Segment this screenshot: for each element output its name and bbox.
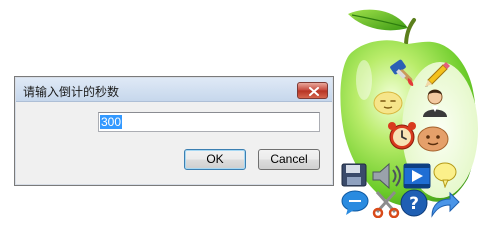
video-icon[interactable] xyxy=(402,162,432,190)
close-button[interactable] xyxy=(297,82,328,99)
speech-bubble-icon[interactable] xyxy=(431,160,459,188)
apple-launcher: ? xyxy=(336,0,478,242)
seconds-input[interactable]: 300 xyxy=(98,112,320,132)
save-icon[interactable] xyxy=(340,162,368,188)
ok-button[interactable]: OK xyxy=(184,149,246,170)
close-icon xyxy=(309,87,319,96)
alarm-clock-icon[interactable] xyxy=(386,120,418,152)
input-dialog: 请输入倒计的秒数 300 OK Cancel xyxy=(14,76,334,186)
seconds-input-value: 300 xyxy=(100,115,123,129)
help-icon[interactable]: ? xyxy=(399,188,429,218)
dialog-titlebar[interactable]: 请输入倒计的秒数 xyxy=(16,78,332,102)
cancel-button[interactable]: Cancel xyxy=(258,149,320,170)
user-icon[interactable] xyxy=(420,86,450,118)
smiley-face-icon[interactable] xyxy=(416,124,450,152)
svg-text:?: ? xyxy=(409,194,419,214)
smiley-face-icon[interactable] xyxy=(372,88,404,116)
paint-brush-icon[interactable] xyxy=(388,58,418,88)
redo-arrow-icon[interactable] xyxy=(428,190,460,220)
pencil-icon[interactable] xyxy=(421,58,451,88)
scissors-icon[interactable] xyxy=(371,188,401,218)
dialog-title: 请输入倒计的秒数 xyxy=(23,85,120,99)
chat-icon[interactable] xyxy=(340,188,370,216)
